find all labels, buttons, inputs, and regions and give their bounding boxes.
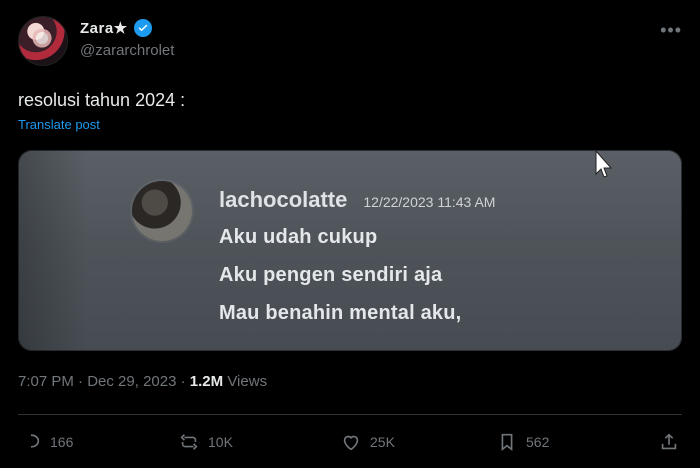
divider: [18, 414, 682, 415]
author-handle[interactable]: @zararchrolet: [80, 42, 174, 59]
reply-icon: [30, 434, 40, 448]
meta-separator: ·: [180, 373, 186, 390]
like-count: 25K: [370, 434, 395, 450]
mouse-cursor-icon: [595, 150, 612, 178]
share-icon: [661, 433, 677, 450]
message-header: lachocolatte 12/22/2023 11:43 AM: [219, 187, 495, 213]
reply-count: 166: [50, 434, 74, 450]
verified-badge-icon: [133, 19, 152, 37]
more-icon[interactable]: •••: [660, 20, 682, 41]
post-text: resolusi tahun 2024 :: [18, 90, 186, 110]
post-metadata: 7:07 PM · Dec 29, 2023 · 1.2M Views: [18, 373, 267, 390]
message-username: lachocolatte: [219, 187, 348, 212]
message-avatar: [132, 181, 192, 241]
like-icon: [343, 435, 359, 451]
like-button[interactable]: 25K: [340, 428, 395, 456]
views-label: Views: [227, 373, 268, 390]
message-timestamp: 12/22/2023 11:43 AM: [363, 194, 496, 210]
post-actions: 166 10K 25K 562: [18, 428, 682, 456]
author-display-name[interactable]: Zara★: [80, 19, 128, 37]
message-line: Aku udah cukup: [219, 226, 378, 248]
post-header: Zara★ @zararchrolet •••: [18, 16, 682, 68]
views-count[interactable]: 1.2M: [190, 373, 223, 390]
repost-icon: [180, 434, 198, 450]
post-time[interactable]: 7:07 PM: [18, 373, 74, 390]
post-date[interactable]: Dec 29, 2023: [87, 373, 176, 390]
bookmark-count: 562: [526, 434, 550, 450]
share-button[interactable]: [658, 428, 680, 456]
post-media-image[interactable]: lachocolatte 12/22/2023 11:43 AM Aku uda…: [18, 150, 682, 351]
translate-post-link[interactable]: Translate post: [18, 117, 100, 132]
repost-count: 10K: [208, 434, 233, 450]
reply-button[interactable]: 166: [20, 428, 73, 456]
meta-separator: ·: [78, 373, 84, 390]
author-name-row: Zara★: [80, 19, 152, 37]
bookmark-button[interactable]: 562: [496, 428, 549, 456]
message-line: Aku pengen sendiri aja: [219, 264, 443, 286]
message-line: Mau benahin mental aku,: [219, 302, 462, 324]
repost-button[interactable]: 10K: [178, 428, 233, 456]
bookmark-icon: [501, 433, 513, 452]
author-avatar[interactable]: [18, 16, 68, 66]
